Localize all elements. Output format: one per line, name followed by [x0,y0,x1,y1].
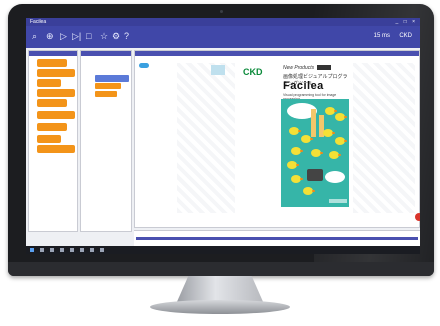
palette-block[interactable] [37,59,67,67]
duck [291,147,303,155]
app-icon[interactable] [100,248,104,252]
camera-toggle[interactable] [139,63,149,68]
workspace-header [81,51,131,56]
block-palette [28,50,78,232]
app-icon[interactable] [60,248,64,252]
settings-icon[interactable]: ⚙ [112,32,120,41]
image-viewer: CKD New Products 画像処理ビジュアルプログラミングツール Fac… [134,50,420,228]
screen: Facilea _ □ × ⌕ ⊕ ▷ ▷| □ ☆ ⚙ ? 15 ms CKD [26,18,420,254]
results-header [136,237,418,240]
viewer-header [135,51,419,56]
new-badge [317,65,331,70]
palette-block[interactable] [37,135,61,143]
search-icon[interactable]: ⌕ [32,32,37,41]
palette-block[interactable] [37,89,75,97]
palette-block[interactable] [37,79,61,87]
stick [311,109,316,137]
toolbar-right-label: CKD [399,33,412,39]
duck [291,175,303,183]
poster-brand: Facilea [283,80,324,92]
app-icon[interactable] [70,248,74,252]
duck [287,161,299,169]
stop-icon[interactable]: □ [86,32,91,41]
step-icon[interactable]: ▷| [72,32,81,41]
viewer-background [177,63,235,213]
toolbar: ⌕ ⊕ ▷ ▷| □ ☆ ⚙ ? 15 ms CKD [26,26,420,48]
monitor-base [150,300,290,314]
program-block[interactable] [95,91,117,97]
taskbar [26,246,420,254]
speed-readout: 15 ms [373,33,390,39]
poster-illustration [281,99,349,207]
zoom-icon[interactable]: ⊕ [46,32,54,41]
robot [307,169,323,181]
speech-bubble [325,171,345,183]
palette-block[interactable] [37,145,75,153]
company-logo: CKD [243,67,263,77]
palette-block[interactable] [37,99,67,107]
duck [335,137,347,145]
search-icon[interactable] [40,248,44,252]
star-icon[interactable]: ☆ [100,32,108,41]
duck [311,149,323,157]
play-icon[interactable]: ▷ [60,32,67,41]
record-button[interactable] [415,213,420,221]
monitor-chin [8,262,434,276]
window-controls[interactable]: _ □ × [396,18,418,26]
palette-block[interactable] [37,111,75,119]
poster-footer [329,199,347,203]
program-block[interactable] [95,83,121,89]
app-icon[interactable] [90,248,94,252]
title-bar: Facilea _ □ × [26,18,420,26]
webcam [220,10,223,13]
program-block[interactable] [95,75,129,82]
duck [335,113,347,121]
help-icon[interactable]: ? [124,32,129,41]
duck [289,127,301,135]
palette-header [29,51,77,56]
duck [323,129,335,137]
thumbnail[interactable] [211,65,225,75]
duck [329,151,341,159]
poster-image: CKD New Products 画像処理ビジュアルプログラミングツール Fac… [239,63,349,211]
palette-block[interactable] [37,69,75,77]
app-title: Facilea [30,19,47,25]
start-icon[interactable] [30,248,34,252]
duck [325,107,337,115]
taskview-icon[interactable] [50,248,54,252]
app-icon[interactable] [80,248,84,252]
poster-tagline: New Products [283,65,315,71]
program-workspace [80,50,132,232]
viewer-background [353,63,415,213]
duck [301,135,313,143]
palette-block[interactable] [37,123,67,131]
duck [303,187,315,195]
